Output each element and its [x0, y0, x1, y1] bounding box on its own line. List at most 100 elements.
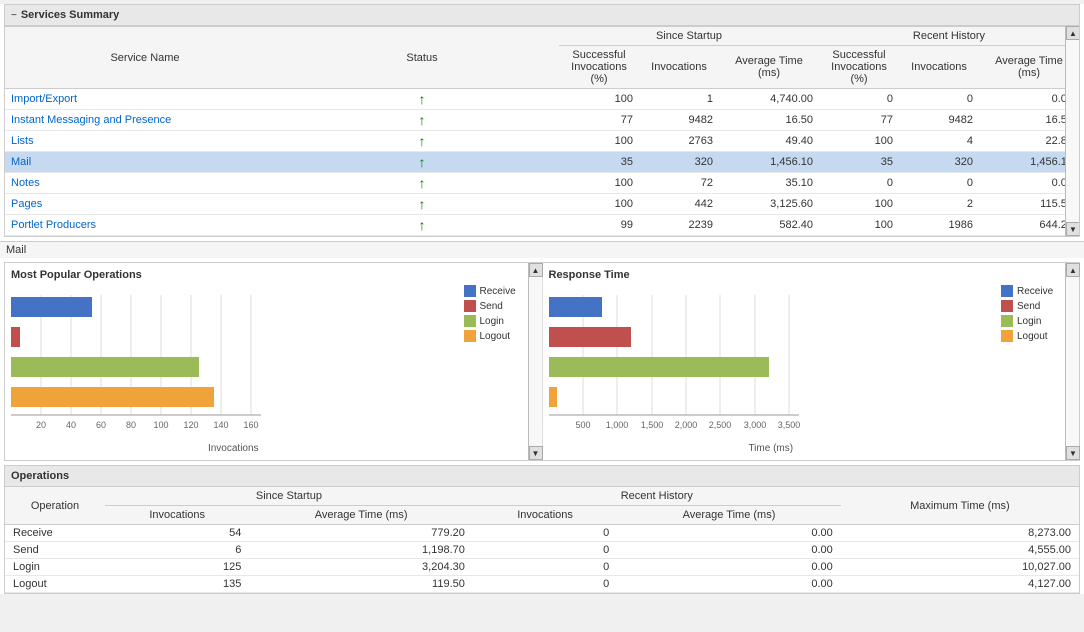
legend-color-send — [464, 300, 476, 312]
service-status-cell: ↑ — [285, 215, 559, 236]
service-name-cell[interactable]: Import/Export — [5, 89, 285, 110]
rt-legend-label-receive: Receive — [1017, 286, 1053, 297]
op-rh-avg-cell: 0.00 — [617, 542, 840, 559]
services-table-row[interactable]: Lists ↑ 100 2763 49.40 100 4 22.80 — [5, 131, 1079, 152]
rh-inv-cell: 2 — [899, 194, 979, 215]
collapse-icon[interactable]: − — [11, 10, 17, 21]
service-name-cell[interactable]: Portlet Producers — [5, 215, 285, 236]
rt-bar-login — [549, 357, 769, 377]
op-name-cell: Receive — [5, 525, 105, 542]
rh-pct-cell: 0 — [819, 89, 899, 110]
rh-inv-cell: 1986 — [899, 215, 979, 236]
chart2-scroll-up[interactable]: ▲ — [1066, 263, 1080, 277]
chart1-scroll-down[interactable]: ▼ — [529, 446, 543, 460]
most-popular-title: Most Popular Operations — [11, 269, 536, 281]
ss-inv-cell: 442 — [639, 194, 719, 215]
rt-legend-logout: Logout — [1001, 330, 1073, 342]
op-rh-inv-cell: 0 — [473, 542, 617, 559]
service-name-cell[interactable]: Instant Messaging and Presence — [5, 110, 285, 131]
services-summary-header: − Services Summary — [5, 5, 1079, 26]
operations-table-row: Login 125 3,204.30 0 0.00 10,027.00 — [5, 559, 1079, 576]
service-name-cell[interactable]: Notes — [5, 173, 285, 194]
rt-legend-label-send: Send — [1017, 301, 1040, 312]
rh-inv-cell: 9482 — [899, 110, 979, 131]
rt-bar-receive — [549, 297, 602, 317]
legend-label-send: Send — [480, 301, 503, 312]
op-ss-avg-cell: 1,198.70 — [249, 542, 472, 559]
svg-text:100: 100 — [153, 420, 168, 430]
services-table-row[interactable]: Portlet Producers ↑ 99 2239 582.40 100 1… — [5, 215, 1079, 236]
op-rh-inv-cell: 0 — [473, 576, 617, 593]
rh-pct-cell: 100 — [819, 215, 899, 236]
services-table-row[interactable]: Mail ↑ 35 320 1,456.10 35 320 1,456.10 — [5, 152, 1079, 173]
rt-bar-send — [549, 327, 631, 347]
ss-avg-cell: 3,125.60 — [719, 194, 819, 215]
svg-text:3,000: 3,000 — [743, 420, 766, 430]
rt-legend-label-login: Login — [1017, 316, 1041, 327]
chart2-scroll-down[interactable]: ▼ — [1066, 446, 1080, 460]
op-name-cell: Login — [5, 559, 105, 576]
service-status-cell: ↑ — [285, 152, 559, 173]
legend-login: Login — [464, 315, 536, 327]
rh-pct-cell: 100 — [819, 194, 899, 215]
svg-text:3,500: 3,500 — [777, 420, 800, 430]
legend-color-login — [464, 315, 476, 327]
chart1-scrollbar[interactable]: ▲ ▼ — [528, 263, 542, 460]
response-time-panel: Response Time — [543, 263, 1080, 460]
services-table-row[interactable]: Pages ↑ 100 442 3,125.60 100 2 115.50 — [5, 194, 1079, 215]
op-rh-inv-cell: 0 — [473, 525, 617, 542]
operations-panel: Operations Operation Since Startup Recen… — [4, 465, 1080, 594]
svg-text:80: 80 — [126, 420, 136, 430]
col-header-rh-pct: Successful Invocations (%) — [819, 46, 899, 89]
services-table-row[interactable]: Instant Messaging and Presence ↑ 77 9482… — [5, 110, 1079, 131]
rh-pct-cell: 35 — [819, 152, 899, 173]
legend-label-logout: Logout — [480, 331, 511, 342]
services-table-row[interactable]: Import/Export ↑ 100 1 4,740.00 0 0 0.00 — [5, 89, 1079, 110]
op-col-recent-history: Recent History — [473, 487, 841, 506]
op-max-time-cell: 8,273.00 — [841, 525, 1079, 542]
svg-text:1,000: 1,000 — [605, 420, 628, 430]
op-col-ss-avg: Average Time (ms) — [249, 506, 472, 525]
rt-legend-label-logout: Logout — [1017, 331, 1048, 342]
services-table: Service Name Status Since Startup Recent… — [5, 26, 1079, 236]
ss-avg-cell: 4,740.00 — [719, 89, 819, 110]
rt-legend-color-logout — [1001, 330, 1013, 342]
mail-section-label: Mail — [6, 244, 26, 256]
service-name-cell[interactable]: Lists — [5, 131, 285, 152]
service-name-cell[interactable]: Pages — [5, 194, 285, 215]
scroll-down-btn[interactable]: ▼ — [1066, 222, 1079, 236]
operations-table-row: Logout 135 119.50 0 0.00 4,127.00 — [5, 576, 1079, 593]
services-scrollbar[interactable]: ▲ ▼ — [1065, 26, 1079, 236]
svg-text:140: 140 — [213, 420, 228, 430]
op-ss-avg-cell: 119.50 — [249, 576, 472, 593]
chart1-scroll-up[interactable]: ▲ — [529, 263, 543, 277]
svg-text:60: 60 — [96, 420, 106, 430]
svg-text:2,500: 2,500 — [708, 420, 731, 430]
service-name-cell[interactable]: Mail — [5, 152, 285, 173]
op-col-rh-avg: Average Time (ms) — [617, 506, 840, 525]
col-group-since-startup: Since Startup — [559, 27, 819, 46]
mail-label: Mail — [0, 241, 1084, 258]
col-header-ss-pct: Successful Invocations (%) — [559, 46, 639, 89]
op-max-time-cell: 10,027.00 — [841, 559, 1079, 576]
chart2-scrollbar[interactable]: ▲ ▼ — [1065, 263, 1079, 460]
col-header-ss-avg: Average Time (ms) — [719, 46, 819, 89]
op-rh-inv-cell: 0 — [473, 559, 617, 576]
op-max-time-cell: 4,555.00 — [841, 542, 1079, 559]
op-col-since-startup: Since Startup — [105, 487, 473, 506]
services-table-row[interactable]: Notes ↑ 100 72 35.10 0 0 0.00 — [5, 173, 1079, 194]
scroll-up-btn[interactable]: ▲ — [1066, 26, 1079, 40]
response-time-x-label: Time (ms) — [549, 443, 994, 454]
col-header-status: Status — [285, 27, 559, 89]
rh-avg-cell: 0.00 — [979, 173, 1079, 194]
rh-inv-cell: 320 — [899, 152, 979, 173]
services-summary-panel: − Services Summary Service Name Status S… — [4, 4, 1080, 237]
most-popular-legend: Receive Send Login Logout — [456, 285, 536, 345]
legend-color-logout — [464, 330, 476, 342]
rh-avg-cell: 115.50 — [979, 194, 1079, 215]
rt-bar-logout — [549, 387, 557, 407]
operations-table: Operation Since Startup Recent History M… — [5, 487, 1079, 593]
ss-pct-cell: 100 — [559, 194, 639, 215]
operations-header: Operations — [5, 466, 1079, 487]
op-rh-avg-cell: 0.00 — [617, 576, 840, 593]
